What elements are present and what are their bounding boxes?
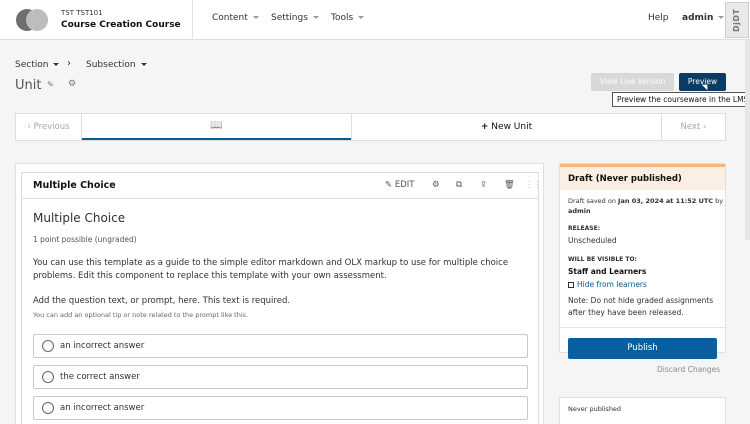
choice-option[interactable]: the correct answer (33, 365, 528, 389)
user-name: admin (682, 13, 714, 23)
breadcrumb-section-label: Section (15, 60, 49, 70)
chevron-down-icon (53, 63, 60, 66)
component-header: Multiple Choice ✎ EDIT ⚙ ⧉ ⇪ 🗑 ⋮⋮ (21, 172, 542, 199)
chevron-right-icon: › (703, 122, 707, 132)
gear-icon[interactable]: ⚙ (432, 180, 440, 190)
visible-value: Staff and Learners (568, 267, 647, 276)
debug-toolbar-handle[interactable]: DjDT (725, 2, 749, 38)
next-button[interactable]: Next › (661, 114, 725, 140)
draft-saved-info: Draft saved on Jan 03, 2024 at 11:52 UTC… (568, 197, 723, 205)
never-published-text: Never published (568, 405, 622, 413)
chevron-down-icon (252, 16, 259, 19)
previous-label: Previous (33, 122, 70, 132)
publish-history-panel: Never published (559, 397, 726, 424)
chevron-left-icon: ‹ (27, 122, 31, 132)
publish-status-header: Draft (Never published) (560, 164, 725, 190)
breadcrumb-section[interactable]: Section (15, 60, 60, 70)
chevron-down-icon (358, 16, 365, 19)
page-title: Unit (15, 78, 42, 93)
hide-from-learners-label: Hide from learners (577, 280, 647, 289)
problem-question: Add the question text, or prompt, here. … (33, 296, 291, 306)
choice-label: an incorrect answer (60, 403, 145, 413)
plus-icon: + (480, 122, 489, 132)
new-unit-label: New Unit (491, 122, 533, 132)
component-body: Multiple Choice 1 point possible (ungrad… (21, 199, 539, 424)
hide-from-learners-toggle[interactable]: Hide from learners (568, 280, 647, 289)
breadcrumb-subsection[interactable]: Subsection (86, 60, 147, 70)
header-divider (192, 0, 193, 40)
chevron-down-icon (718, 16, 725, 19)
hide-from-learners-checkbox[interactable] (568, 282, 574, 288)
course-title[interactable]: Course Creation Course (61, 20, 181, 30)
help-link[interactable]: Help (648, 13, 669, 23)
visible-label: WILL BE VISIBLE TO: (568, 256, 637, 263)
problem-points: 1 point possible (ungraded) (33, 235, 137, 244)
nav-content-menu[interactable]: Content (212, 13, 259, 23)
duplicate-icon[interactable]: ⧉ (456, 180, 462, 190)
breadcrumb-subsection-label: Subsection (86, 60, 136, 70)
draft-saved-prefix: Draft saved on (568, 197, 619, 205)
choice-label: an incorrect answer (60, 341, 145, 351)
nav-settings-menu[interactable]: Settings (271, 13, 319, 23)
problem-description: You can use this template as a guide to … (33, 258, 509, 281)
move-icon[interactable]: ⇪ (480, 180, 487, 190)
chevron-down-icon (140, 63, 147, 66)
gear-icon[interactable]: ⚙ (68, 79, 76, 89)
component-card: Multiple Choice ✎ EDIT ⚙ ⧉ ⇪ 🗑 ⋮⋮ Multip… (15, 163, 544, 424)
top-header: TST TST101 Course Creation Course Conten… (0, 0, 750, 40)
previous-button[interactable]: ‹ Previous (16, 114, 82, 140)
radio-button[interactable] (42, 340, 54, 352)
hide-note: Note: Do not hide graded assignments aft… (568, 296, 714, 317)
release-value: Unscheduled (568, 236, 617, 245)
unit-tab-active[interactable]: 📖 (82, 114, 351, 140)
view-live-button[interactable]: View Live Version (591, 73, 674, 91)
publish-status-panel: Draft (Never published) Draft saved on J… (559, 163, 726, 353)
choice-option[interactable]: an incorrect answer (33, 334, 528, 358)
chevron-down-icon (312, 16, 319, 19)
studio-logo[interactable] (16, 9, 48, 31)
next-label: Next (680, 122, 701, 132)
breadcrumb-separator-icon: › (67, 58, 71, 69)
draft-saved-by: by (713, 197, 724, 205)
component-header-title: Multiple Choice (33, 180, 116, 191)
draft-saved-user: admin (568, 207, 591, 215)
pencil-icon: ✎ (385, 180, 393, 190)
nav-settings-label: Settings (271, 13, 308, 23)
nav-content-label: Content (212, 13, 248, 23)
new-unit-button[interactable]: + New Unit (351, 114, 661, 140)
course-org: TST TST101 (61, 9, 103, 17)
radio-button[interactable] (42, 371, 54, 383)
pencil-icon[interactable]: ✎ (47, 80, 54, 89)
choice-label: the correct answer (60, 372, 140, 382)
drag-handle-icon[interactable]: ⋮⋮ (525, 180, 542, 190)
draft-saved-date: Jan 03, 2024 at 11:52 UTC (618, 197, 714, 205)
discard-changes-button[interactable]: Discard Changes (657, 365, 720, 374)
nav-tools-menu[interactable]: Tools (331, 13, 365, 23)
publish-button[interactable]: Publish (568, 338, 717, 359)
user-menu[interactable]: admin (682, 13, 725, 23)
panel-divider (560, 327, 725, 328)
publish-status-title: Draft (Never published) (568, 174, 682, 184)
choice-option[interactable]: an incorrect answer (33, 396, 528, 420)
problem-title: Multiple Choice (33, 211, 126, 225)
edit-button[interactable]: ✎ EDIT (385, 180, 414, 190)
radio-button[interactable] (42, 402, 54, 414)
problem-tip: You can add an optional tip or note rela… (33, 311, 249, 319)
edit-label: EDIT (394, 180, 415, 190)
release-label: RELEASE: (568, 225, 601, 232)
trash-icon[interactable]: 🗑 (504, 180, 515, 190)
logo-circle-light (26, 9, 48, 31)
nav-tools-label: Tools (331, 13, 354, 23)
unit-navigation: ‹ Previous 📖 + New Unit Next › (15, 113, 726, 141)
preview-tooltip: Preview the courseware in the LMS (612, 92, 750, 107)
page-scrollbar[interactable] (745, 40, 750, 240)
book-icon: 📖 (210, 120, 223, 131)
